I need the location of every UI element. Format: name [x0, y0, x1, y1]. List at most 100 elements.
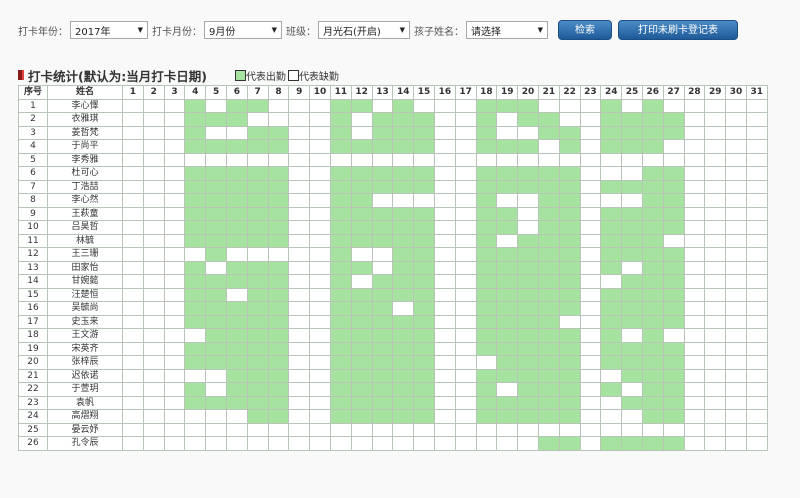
attendance-cell-present	[392, 314, 415, 329]
child-select[interactable]: 请选择 ▼	[466, 21, 548, 39]
attendance-cell-present	[350, 409, 373, 424]
attendance-cell-present	[225, 220, 248, 235]
attendance-cell-present	[267, 287, 290, 302]
attendance-cell-absent	[704, 206, 727, 221]
attendance-cell-absent	[392, 422, 415, 437]
section-header: 打卡统计(默认为:当月打卡日期) 代表出勤 代表缺勤	[18, 66, 341, 84]
attendance-cell-absent	[745, 341, 768, 356]
attendance-cell-present	[662, 193, 685, 208]
attendance-cell-absent	[496, 382, 519, 397]
attendance-cell-absent	[184, 409, 207, 424]
attendance-cell-absent	[433, 368, 456, 383]
class-select[interactable]: 月光石(开启) ▼	[318, 21, 410, 39]
attendance-cell-present	[246, 368, 269, 383]
attendance-cell-absent	[683, 422, 706, 437]
attendance-cell-present	[225, 314, 248, 329]
attendance-cell-absent	[745, 206, 768, 221]
attendance-cell-present	[641, 112, 664, 127]
attendance-cell-absent	[725, 112, 747, 127]
attendance-cell-present	[496, 287, 519, 302]
attendance-cell-present	[350, 355, 373, 370]
attendance-cell-present	[600, 179, 623, 194]
attendance-cell-present	[392, 260, 415, 275]
attendance-cell-present	[267, 368, 290, 383]
row-index: 10	[18, 220, 48, 235]
attendance-cell-absent	[142, 314, 165, 329]
attendance-cell-absent	[683, 247, 706, 262]
legend-absent-label: 代表缺勤	[298, 71, 339, 83]
row-student-name: 林毓	[47, 233, 123, 248]
table-row: 9 王萩童	[18, 206, 768, 221]
attendance-cell-absent	[683, 179, 706, 194]
attendance-cell-absent	[621, 382, 643, 397]
attendance-cell-present	[621, 220, 643, 235]
attendance-cell-absent	[454, 287, 477, 302]
attendance-cell-absent	[683, 382, 706, 397]
attendance-cell-present	[205, 314, 227, 329]
table-row: 15 汪楚恒	[18, 287, 768, 302]
attendance-cell-present	[350, 314, 373, 329]
attendance-cell-present	[350, 139, 373, 154]
attendance-cell-absent	[683, 355, 706, 370]
attendance-cell-present	[662, 206, 685, 221]
attendance-cell-present	[641, 260, 664, 275]
attendance-cell-present	[600, 247, 623, 262]
attendance-cell-present	[641, 436, 664, 451]
attendance-cell-present	[641, 220, 664, 235]
attendance-cell-present	[558, 260, 581, 275]
attendance-cell-absent	[288, 247, 311, 262]
attendance-cell-present	[475, 233, 498, 248]
attendance-cell-absent	[122, 422, 144, 437]
col-header-day: 10	[309, 85, 331, 100]
attendance-cell-absent	[683, 166, 706, 181]
attendance-cell-absent	[142, 341, 165, 356]
row-index: 16	[18, 301, 48, 316]
attendance-cell-present	[350, 395, 373, 410]
attendance-cell-absent	[267, 98, 290, 113]
attendance-cell-absent	[454, 368, 477, 383]
year-select[interactable]: 2017年 ▼	[70, 21, 148, 39]
attendance-cell-present	[371, 166, 394, 181]
table-row: 6 杜可心	[18, 166, 768, 181]
attendance-cell-absent	[225, 152, 248, 167]
attendance-cell-present	[641, 274, 664, 289]
attendance-cell-present	[475, 112, 498, 127]
attendance-cell-present	[184, 341, 207, 356]
col-header-day: 1	[122, 85, 144, 100]
attendance-cell-absent	[579, 260, 602, 275]
attendance-cell-present	[475, 409, 498, 424]
search-button[interactable]: 检索	[558, 20, 612, 40]
attendance-cell-absent	[225, 247, 248, 262]
attendance-cell-absent	[433, 166, 456, 181]
attendance-cell-present	[558, 301, 581, 316]
attendance-cell-absent	[496, 233, 519, 248]
col-header-day: 5	[205, 85, 227, 100]
attendance-cell-absent	[142, 247, 165, 262]
attendance-cell-present	[392, 328, 415, 343]
attendance-cell-present	[517, 139, 539, 154]
row-student-name: 王萩童	[47, 206, 123, 221]
legend-absent-swatch	[287, 69, 299, 81]
attendance-cell-present	[475, 125, 498, 140]
attendance-cell-absent	[267, 152, 290, 167]
attendance-cell-present	[267, 233, 290, 248]
attendance-cell-absent	[433, 220, 456, 235]
col-header-day: 18	[475, 85, 498, 100]
attendance-cell-present	[371, 328, 394, 343]
attendance-cell-present	[184, 220, 207, 235]
attendance-cell-absent	[433, 179, 456, 194]
attendance-cell-absent	[683, 436, 706, 451]
col-header-day: 8	[267, 85, 290, 100]
attendance-cell-absent	[683, 193, 706, 208]
attendance-cell-present	[225, 382, 248, 397]
attendance-cell-present	[205, 341, 227, 356]
attendance-cell-present	[517, 112, 539, 127]
attendance-cell-present	[641, 301, 664, 316]
month-select-value: 9月份	[209, 26, 236, 38]
attendance-cell-absent	[205, 125, 227, 140]
attendance-cell-present	[371, 395, 394, 410]
attendance-cell-present	[475, 260, 498, 275]
print-button[interactable]: 打印未刷卡登记表	[618, 20, 738, 40]
month-select[interactable]: 9月份 ▼	[204, 21, 282, 39]
attendance-cell-present	[371, 179, 394, 194]
